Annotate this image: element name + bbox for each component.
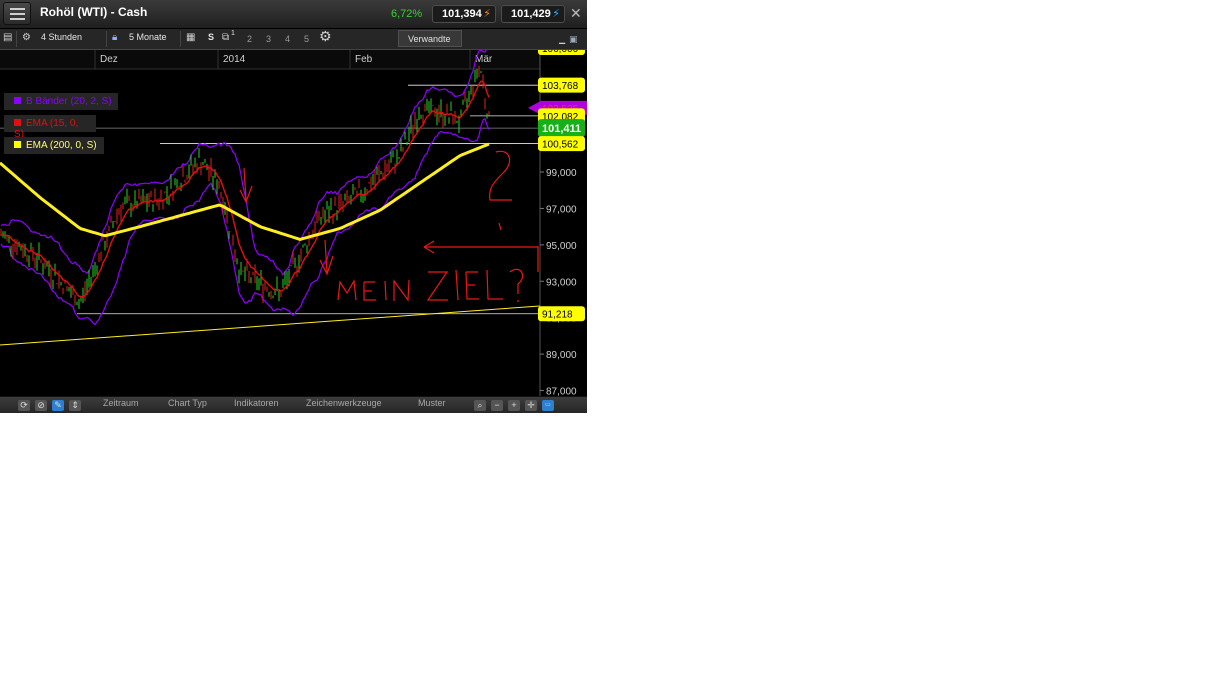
- move-icon[interactable]: ⇕: [69, 400, 81, 411]
- layout-2[interactable]: 2: [247, 34, 252, 44]
- x-tick-label: 2014: [223, 54, 246, 65]
- related-button[interactable]: Verwandte: [398, 30, 462, 47]
- down-arrow-icon: ⚡: [483, 7, 491, 20]
- drawing-tools-menu[interactable]: Zeichenwerkzeuge: [306, 398, 382, 408]
- interval-select[interactable]: 4 Stunden: [41, 32, 82, 42]
- legend-swatch: [14, 97, 21, 104]
- crosshair-icon[interactable]: ✛: [525, 400, 537, 411]
- range-select[interactable]: 5 Monate: [129, 32, 167, 42]
- y-tick-label: 99,000: [546, 168, 577, 179]
- x-tick-label: Feb: [355, 54, 373, 65]
- marker-label: 101,411: [542, 123, 581, 135]
- zoom-out-icon[interactable]: −: [491, 400, 503, 411]
- cancel-icon[interactable]: ⊘: [35, 400, 47, 411]
- list-icon[interactable]: ▤: [3, 33, 12, 43]
- chart-type-menu[interactable]: Chart Typ: [168, 398, 207, 408]
- sell-price: 101,394: [442, 8, 482, 20]
- zoom-in-icon[interactable]: +: [508, 400, 520, 411]
- maximize-icon[interactable]: ▣: [569, 34, 578, 44]
- search-icon[interactable]: ⌕: [474, 400, 486, 411]
- buy-price-button[interactable]: 101,429 ⚡: [501, 5, 565, 23]
- hamburger-icon: [10, 8, 25, 10]
- legend-label: B Bänder (20, 2, S): [26, 96, 112, 107]
- legend-swatch: [14, 119, 21, 126]
- calendar-icon[interactable]: ▦: [186, 33, 195, 43]
- x-axis-strip: [0, 50, 540, 69]
- menu-button[interactable]: [3, 2, 31, 25]
- y-tick-label: 97,000: [546, 204, 577, 215]
- layout-icon[interactable]: ⧉: [222, 33, 229, 43]
- price-marker: 100,562: [538, 136, 585, 151]
- marker-label: 103,768: [542, 81, 579, 92]
- marker-label: 100,562: [542, 140, 579, 151]
- minimize-icon[interactable]: ▁: [559, 35, 565, 45]
- indicators-menu[interactable]: Indikatoren: [234, 398, 279, 408]
- lock-icon[interactable]: 🔒︎: [112, 33, 117, 43]
- instrument-title: Rohöl (WTI) - Cash: [40, 5, 147, 19]
- window-header: Rohöl (WTI) - Cash 6,72% 101,394 ⚡ 101,4…: [0, 0, 587, 29]
- chart-window: Rohöl (WTI) - Cash 6,72% 101,394 ⚡ 101,4…: [0, 0, 587, 413]
- s-button[interactable]: S: [208, 32, 214, 42]
- sell-price-button[interactable]: 101,394 ⚡: [432, 5, 496, 23]
- bottom-toolbar: ⟳ ⊘ ✎ ⇕ Zeitraum Chart Typ Indikatoren Z…: [0, 396, 587, 413]
- close-icon[interactable]: ✕: [570, 5, 582, 22]
- buy-price: 101,429: [511, 8, 551, 20]
- top-partial-label: 106,000: [542, 50, 579, 55]
- y-tick-label: 95,000: [546, 241, 577, 252]
- price-marker: 91,218: [538, 306, 585, 321]
- legend-bollinger[interactable]: B Bänder (20, 2, S): [4, 93, 118, 110]
- gear-icon[interactable]: ⚙: [319, 31, 332, 41]
- marker-label: 91,218: [542, 310, 573, 321]
- patterns-menu[interactable]: Muster: [418, 398, 446, 408]
- layout-4[interactable]: 4: [285, 34, 290, 44]
- layout-1[interactable]: 1: [231, 30, 235, 37]
- y-tick-label: 93,000: [546, 277, 577, 288]
- x-tick-label: Dez: [100, 54, 118, 65]
- pencil-icon[interactable]: ✎: [52, 400, 64, 411]
- legend-swatch: [14, 141, 21, 148]
- price-marker: 101,411: [538, 119, 585, 137]
- layout-5[interactable]: 5: [304, 34, 309, 44]
- up-arrow-icon: ⚡: [552, 7, 560, 20]
- full-view-icon[interactable]: ▭: [542, 400, 554, 411]
- y-tick-label: 87,000: [546, 387, 577, 396]
- settings-icon[interactable]: ⚙: [22, 33, 31, 43]
- chart-toolbar: ▤ ⚙ 4 Stunden 🔒︎ 5 Monate ▦ S ⧉ 1 2 3 4 …: [0, 29, 587, 50]
- legend-ema200[interactable]: EMA (200, 0, S): [4, 137, 104, 154]
- legend-label: EMA (200, 0, S): [26, 140, 97, 151]
- daily-change: 6,72%: [391, 8, 422, 20]
- y-tick-label: 89,000: [546, 350, 577, 361]
- refresh-icon[interactable]: ⟳: [18, 400, 30, 411]
- price-marker: 103,768: [538, 78, 585, 93]
- legend-ema15[interactable]: EMA (15, 0, S): [4, 115, 96, 132]
- layout-3[interactable]: 3: [266, 34, 271, 44]
- zeitraum-menu[interactable]: Zeitraum: [103, 398, 139, 408]
